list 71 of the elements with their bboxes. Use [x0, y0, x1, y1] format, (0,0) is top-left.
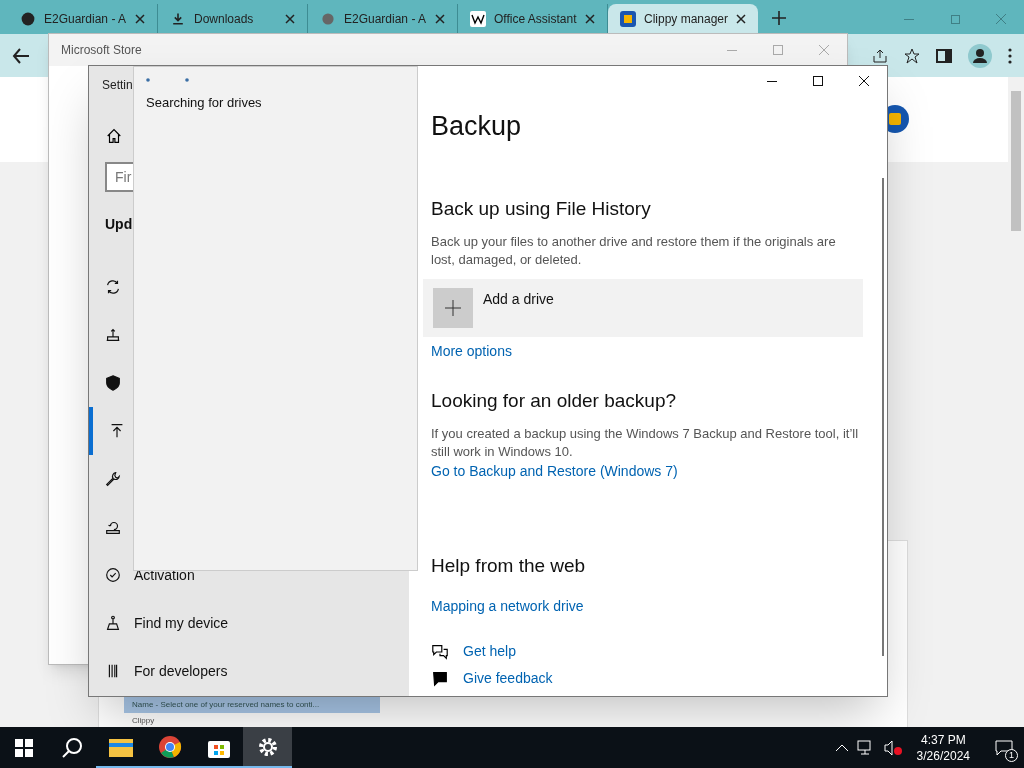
list-row[interactable]: Name - Select one of your reserved names to conti... [124, 697, 380, 713]
plus-icon [433, 288, 473, 328]
github-icon [20, 11, 36, 27]
close-icon[interactable] [585, 14, 595, 24]
close-icon[interactable] [285, 14, 295, 24]
gear-icon [256, 735, 279, 758]
more-icon[interactable] [1008, 47, 1012, 64]
clock-date: 3/26/2024 [916, 747, 970, 764]
tab-title: Downloads [194, 11, 255, 28]
footer-link[interactable]: Get help [463, 641, 516, 662]
window-title: Settin [102, 77, 133, 94]
section-heading: Looking for an older backup? [431, 389, 678, 413]
window-title: Microsoft Store [61, 42, 142, 59]
taskbar-app[interactable] [243, 727, 292, 768]
close-icon [995, 13, 1007, 25]
star-icon[interactable] [904, 47, 920, 64]
notifications-button[interactable]: 1 [984, 727, 1024, 768]
help-link[interactable]: Mapping a network drive [431, 596, 863, 617]
shield-icon [104, 374, 122, 392]
close-icon[interactable] [435, 14, 445, 24]
footer-link[interactable]: Give feedback [463, 668, 553, 689]
side-panel-icon[interactable] [936, 47, 952, 64]
message-icon [995, 739, 1013, 756]
home-icon [105, 127, 123, 145]
nav-item[interactable]: For developers [89, 647, 409, 695]
add-drive-button[interactable]: Add a drive [423, 279, 863, 337]
more-options-link[interactable]: More options [431, 341, 863, 362]
tab-title: Office Assistant [494, 11, 577, 28]
section-heading: Upd [105, 215, 133, 234]
windows-icon [15, 738, 33, 757]
backup-restore-link[interactable]: Go to Backup and Restore (Windows 7) [431, 460, 863, 482]
notification-count: 1 [1005, 749, 1018, 762]
page-title: Backup [431, 110, 523, 143]
avatar-icon[interactable] [968, 43, 992, 68]
description: If you created a backup using the Windows 7 Backup and Restore tool, it’ll still work in Windows 10. [431, 424, 860, 461]
description: Back up your files to another drive and restore them if the originals are lost, damaged, or deleted. [431, 233, 837, 269]
tab-title: Clippy manager [644, 11, 728, 28]
search-icon [61, 736, 83, 759]
app-icon [620, 11, 636, 27]
tray-upload-icon [104, 326, 122, 344]
section-heading: Help from the web [431, 553, 587, 578]
wrench-icon [104, 470, 122, 488]
close-icon[interactable] [736, 14, 746, 24]
w-letter-icon [470, 11, 486, 27]
back-arrow-icon[interactable] [12, 46, 30, 65]
nav-label: Activation [134, 565, 195, 585]
folder-icon [108, 736, 133, 757]
close-icon [858, 75, 870, 87]
muted-speaker-icon[interactable] [882, 739, 903, 756]
download-icon [170, 11, 186, 27]
nav-item[interactable]: Find my device [89, 599, 409, 647]
close-icon [818, 44, 830, 56]
chevron-up-icon[interactable] [834, 742, 849, 753]
tab-title: E2Guardian - A [344, 11, 427, 28]
chat-bubbles-icon [431, 642, 449, 661]
nav-label: Find my device [134, 613, 229, 633]
tab-title: E2Guardian - A [44, 11, 127, 28]
browser-tab[interactable]: Clippy manager [608, 4, 758, 34]
chrome-icon [157, 734, 182, 759]
close-icon[interactable] [135, 14, 145, 24]
sync-icon [104, 278, 122, 296]
globe-icon [320, 11, 336, 27]
status-text: Searching for drives [146, 94, 263, 112]
person-device-icon [104, 614, 122, 632]
nav-label: For developers [134, 661, 228, 681]
clock-time: 4:37 PM [920, 731, 966, 748]
check-circle-icon [104, 566, 122, 584]
plus-icon[interactable] [772, 11, 786, 25]
share-icon[interactable] [872, 47, 888, 64]
section-heading: Back up using File History [431, 196, 652, 221]
feedback-icon [431, 669, 449, 688]
